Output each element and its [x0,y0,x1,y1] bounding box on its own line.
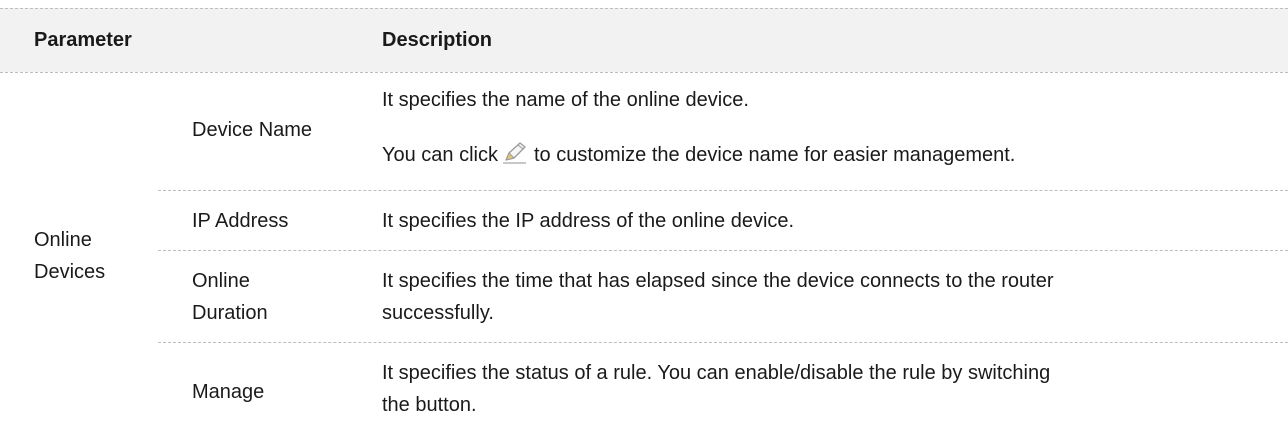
desc-click-text: You can click [382,144,498,166]
online-duration-line1: Online [192,270,250,292]
top-divider [0,8,1288,9]
pencil-icon[interactable] [502,141,528,175]
online-duration-line2: Duration [192,302,268,324]
header-divider [0,72,1288,73]
online-duration-desc-line2: successfully. [382,302,494,324]
table-header [0,8,1288,72]
group-label: Online Devices [34,224,105,288]
header-description: Description [382,29,493,51]
desc-customize-text: to customize the device name for easier … [534,144,1016,166]
parameter-table: Parameter Description Online Devices Dev… [0,0,1288,432]
group-label-line2: Devices [34,261,106,283]
row-ip-address-label: IP Address [192,210,289,232]
row-device-name-label: Device Name [192,119,313,141]
row-divider-2 [158,250,1288,251]
manage-desc-line2: the button. [382,394,477,416]
group-label-line1: Online [34,229,92,251]
manage-desc-line1: It specifies the status of a rule. You c… [382,362,1051,384]
row-device-name-desc-line2: You can click to customize the device nam… [382,139,1015,175]
row-divider-3 [158,342,1288,343]
row-ip-address-desc: It specifies the IP address of the onlin… [382,210,795,232]
row-online-duration-label: Online Duration [192,265,268,329]
row-manage-desc: It specifies the status of a rule. You c… [382,357,1050,421]
header-parameter: Parameter [34,29,132,51]
row-online-duration-desc: It specifies the time that has elapsed s… [382,265,1054,329]
online-duration-desc-line1: It specifies the time that has elapsed s… [382,270,1054,292]
row-manage-label: Manage [192,381,265,403]
row-device-name-desc-line1: It specifies the name of the online devi… [382,89,749,111]
row-divider-1 [158,190,1288,191]
